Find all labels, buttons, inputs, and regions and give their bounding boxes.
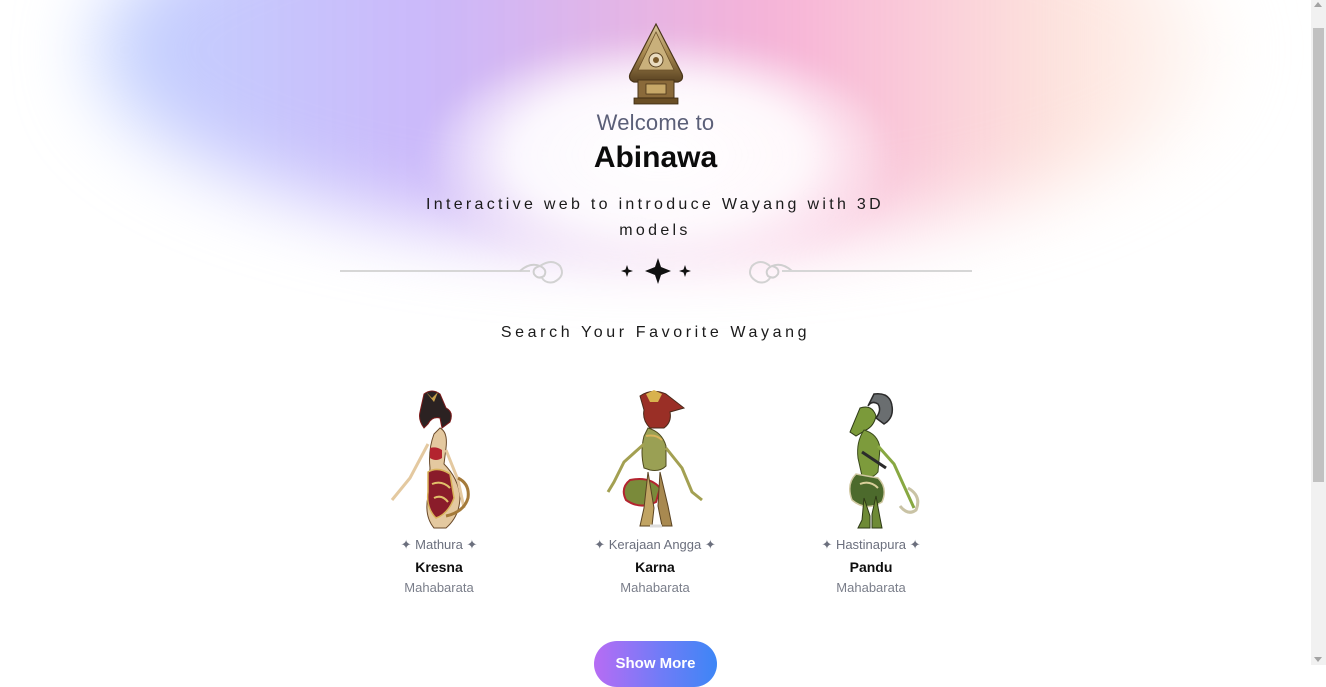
wayang-card-karna[interactable]: ✦ Kerajaan Angga ✦ Karna Mahabarata [555,388,755,595]
card-epic: Mahabarata [836,580,906,595]
show-more-button[interactable]: Show More [594,641,717,687]
kresna-figure-image [390,390,470,529]
card-name: Pandu [849,559,893,575]
card-name: Karna [635,559,675,575]
card-kingdom: ✦ Kerajaan Angga ✦ [594,537,716,552]
card-name: Kresna [415,559,463,575]
pandu-figure-image [849,393,920,529]
page-scrollbar[interactable] [1311,0,1326,665]
card-epic: Mahabarata [620,580,690,595]
wayang-card-kresna[interactable]: ✦ Mathura ✦ Kresna Mahabarata [339,388,539,595]
karna-figure-image [606,390,703,528]
welcome-text: Welcome to [596,110,715,135]
scroll-up-arrow-icon[interactable] [1314,2,1322,7]
wayang-card-pandu[interactable]: ✦ Hastinapura ✦ Pandu Mahabarata [771,388,971,595]
brand-title: Abinawa [593,141,718,174]
tagline: Interactive web to introduce Wayang with… [426,196,884,239]
gunungan-logo-icon [628,22,684,105]
card-kingdom: ✦ Mathura ✦ [400,537,478,552]
search-section-title: Search Your Favorite Wayang [500,324,811,341]
scroll-down-arrow-icon[interactable] [1314,657,1322,662]
ornamental-divider [340,258,972,284]
scrollbar-thumb[interactable] [1313,28,1324,482]
card-kingdom: ✦ Hastinapura ✦ [821,537,921,552]
card-epic: Mahabarata [404,580,474,595]
